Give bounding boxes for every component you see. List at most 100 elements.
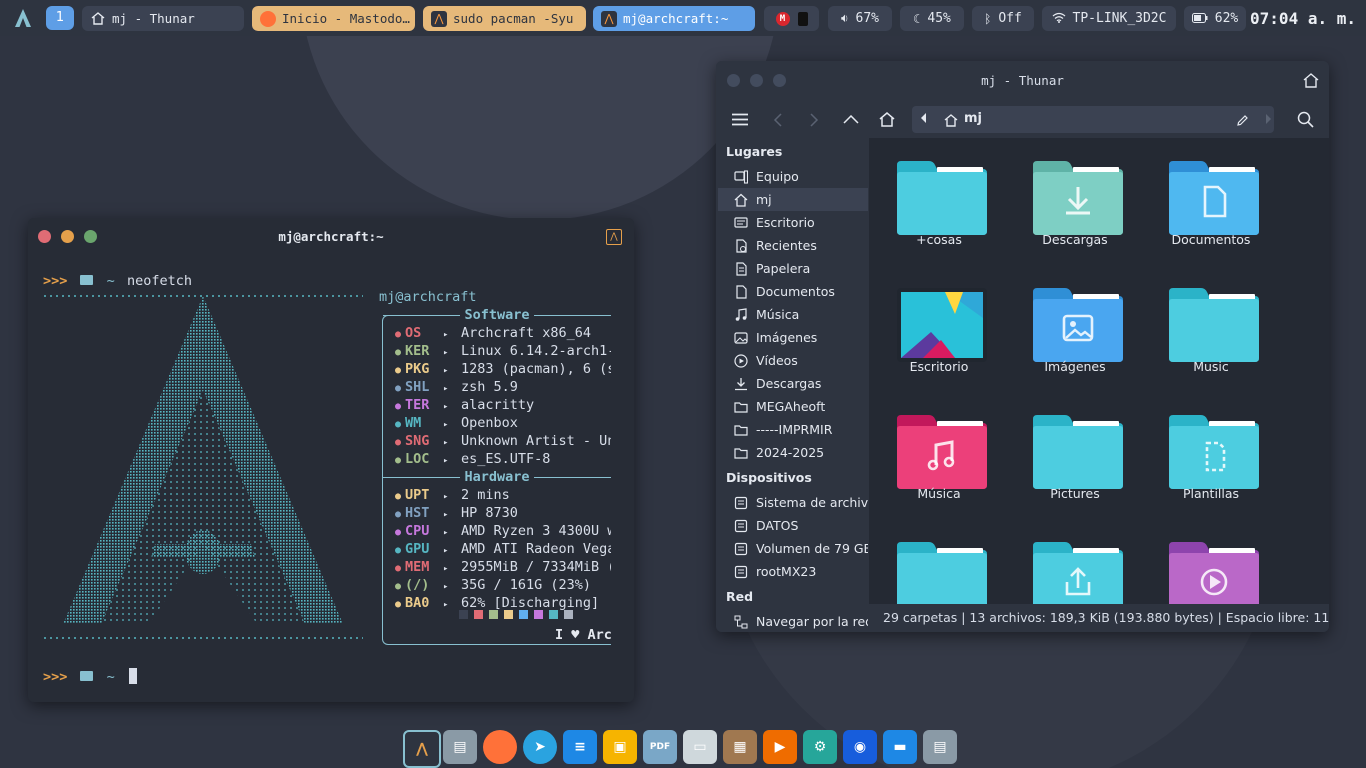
battery-indicator[interactable]: 62% (1184, 6, 1246, 31)
terminal-window[interactable]: mj@archcraft:~ ⋀ >>> ~ neofetch mj@archc… (28, 218, 634, 702)
arrow-icon: ▸ (443, 564, 449, 574)
file-view[interactable]: +cosas Descargas Documentos Escritorio Imáge… (869, 138, 1329, 604)
telegram-icon[interactable]: ➤ (523, 730, 557, 764)
sidebar-item-sistema-de-archivo[interactable]: Sistema de archivo... (718, 491, 868, 514)
color-swatch (489, 610, 498, 619)
download-icon (734, 377, 748, 391)
folder-item-unnamed[interactable] (1151, 519, 1271, 604)
sidebar-item-imprmir[interactable]: -----IMPRMIR (718, 418, 868, 441)
edit-path-icon[interactable] (1236, 112, 1249, 131)
clipboard-icon[interactable] (797, 11, 808, 26)
network-icon (734, 615, 748, 629)
task-label: sudo pacman -Syu (453, 11, 574, 26)
info-row-shl: ● SHL ▸ zsh 5.9 (395, 378, 611, 396)
brightness-indicator[interactable]: ☾ 45% (900, 6, 964, 31)
task-terminal[interactable]: ⋀ mj@archcraft:~ (593, 6, 755, 31)
forward-button[interactable] (798, 101, 830, 138)
sidebar-item-datos[interactable]: DATOS (718, 514, 868, 537)
sidebar-item-mj[interactable]: mj (718, 188, 868, 211)
terminal-titlebar[interactable]: mj@archcraft:~ ⋀ (28, 218, 634, 256)
task-firefox[interactable]: Inicio - Mastodo… (252, 6, 415, 31)
folder-item-imágenes[interactable]: Imágenes (1015, 265, 1135, 385)
terminal-content[interactable]: >>> ~ neofetch mj@archcraft Software ● O… (43, 270, 624, 702)
path-segment-home[interactable]: mj (964, 111, 982, 126)
info-value: 2955MiB / 7334MiB ( (461, 559, 611, 575)
toolbox-icon[interactable]: ▣ (603, 730, 637, 764)
sidebar-item-papelera[interactable]: Papelera (718, 257, 868, 280)
arrow-icon: ▸ (443, 402, 449, 412)
folder-item-unnamed[interactable] (1015, 519, 1135, 604)
info-row-loc: ● LOC ▸ es_ES.UTF-8 (395, 450, 611, 468)
clock[interactable]: 07:04 a. m. (1250, 6, 1356, 31)
screen-icon[interactable]: ▬ (883, 730, 917, 764)
password-manager-icon[interactable]: ◉ (843, 730, 877, 764)
mega-icon[interactable]: M (775, 11, 790, 26)
sidebar-item-rootmx23[interactable]: rootMX23 (718, 560, 868, 583)
sidebar-item-navegar-por-la-red[interactable]: Navegar por la red (718, 610, 868, 632)
sidebar-item-label: -----IMPRMIR (756, 422, 833, 437)
volume-indicator[interactable]: 🔉︎ 67% (828, 6, 892, 31)
sidebar-item-equipo[interactable]: Equipo (718, 165, 868, 188)
firefox-icon[interactable] (483, 730, 517, 764)
folder-item-plantillas[interactable]: Plantillas (1151, 392, 1271, 512)
sidebar-item-label: rootMX23 (756, 564, 817, 579)
menu-icon[interactable] (724, 101, 756, 138)
info-value: Openbox (461, 415, 518, 431)
arrow-icon: ▸ (443, 510, 449, 520)
workspace-indicator[interactable]: 1 (46, 6, 74, 30)
tray-apps[interactable]: M (764, 6, 819, 31)
sidebar-item-documentos[interactable]: Documentos (718, 280, 868, 303)
parent-folder-button[interactable] (835, 101, 867, 138)
sidebar-item-música[interactable]: Música (718, 303, 868, 326)
sidebar-item-descargas[interactable]: Descargas (718, 372, 868, 395)
folder-item-cosas[interactable]: +cosas (879, 138, 999, 258)
file-manager-window[interactable]: mj - Thunar mj Lugares Dispositivos Red … (716, 61, 1329, 632)
document-viewer-icon[interactable]: ≡ (563, 730, 597, 764)
sidebar-item-volumen-de-79-gb[interactable]: Volumen de 79 GB (718, 537, 868, 560)
color-swatch (504, 610, 513, 619)
window-title: mj - Thunar (981, 73, 1064, 88)
pdf-icon[interactable]: PDF (643, 730, 677, 764)
task-pacman[interactable]: ⋀ sudo pacman -Syu (423, 6, 586, 31)
settings-icon[interactable]: ⚙ (803, 730, 837, 764)
info-key: WM (405, 415, 422, 431)
section-software: Software (383, 306, 611, 324)
file-manager-2-icon[interactable]: ▤ (923, 730, 957, 764)
path-right-arrow-icon[interactable] (1266, 114, 1271, 124)
sidebar-item-imágenes[interactable]: Imágenes (718, 326, 868, 349)
home-button[interactable] (871, 101, 903, 138)
archcraft-menu-icon[interactable] (10, 5, 36, 31)
thunar-titlebar[interactable]: mj - Thunar (716, 61, 1329, 101)
back-button[interactable] (761, 101, 793, 138)
image-viewer-icon[interactable]: ▭ (683, 730, 717, 764)
folder-item-music[interactable]: Music (1151, 265, 1271, 385)
sidebar-item-recientes[interactable]: Recientes (718, 234, 868, 257)
file-manager-icon[interactable]: ▤ (443, 730, 477, 764)
folder-item-descargas[interactable]: Descargas (1015, 138, 1135, 258)
bullet-icon: ● (395, 599, 402, 610)
media-player-icon[interactable]: ▶ (763, 730, 797, 764)
folder-item-música[interactable]: Música (879, 392, 999, 512)
home-icon (944, 112, 958, 131)
folder-item-pictures[interactable]: Pictures (1015, 392, 1135, 512)
folder-item-documentos[interactable]: Documentos (1151, 138, 1271, 258)
archive-icon[interactable]: ▦ (723, 730, 757, 764)
drive-icon (734, 496, 748, 510)
folder-item-escritorio[interactable]: Escritorio (879, 265, 999, 385)
folder-icon (734, 423, 748, 437)
search-button[interactable] (1289, 101, 1321, 138)
location-bar[interactable]: mj (912, 106, 1274, 133)
sidebar-item-vídeos[interactable]: Vídeos (718, 349, 868, 372)
task-thunar[interactable]: mj - Thunar (82, 6, 244, 31)
sidebar-item-escritorio[interactable]: Escritorio (718, 211, 868, 234)
info-key: CPU (405, 523, 430, 539)
sidebar-item-2024-2025[interactable]: 2024-2025 (718, 441, 868, 464)
wifi-indicator[interactable]: TP-LINK_3D2C (1042, 6, 1176, 31)
sidebar-item-megaheoft[interactable]: MEGAheoft (718, 395, 868, 418)
bullet-icon: ● (395, 437, 402, 448)
bluetooth-indicator[interactable]: ᛒ Off (972, 6, 1034, 31)
folder-item-unnamed[interactable] (879, 519, 999, 604)
archcraft-icon[interactable]: ⋀ (403, 730, 441, 768)
folder-label: +cosas (916, 232, 962, 247)
path-left-arrow-icon[interactable] (921, 113, 926, 123)
